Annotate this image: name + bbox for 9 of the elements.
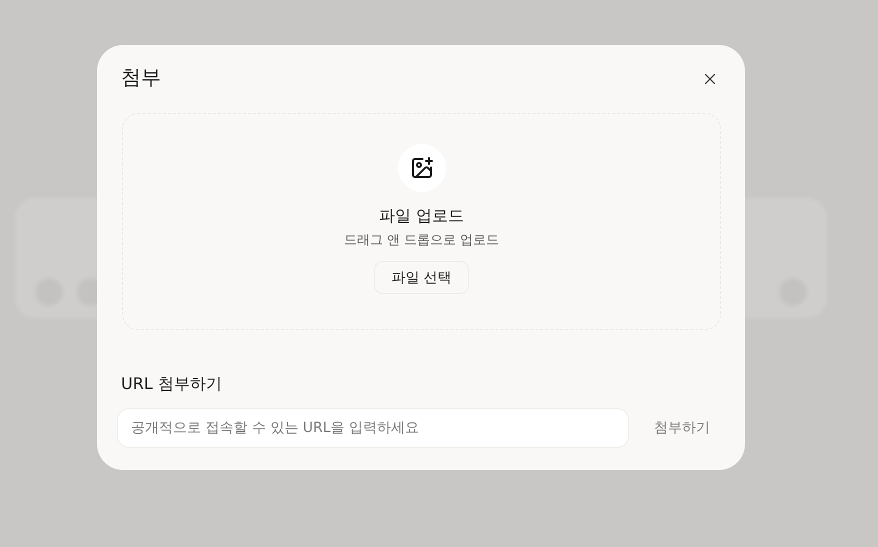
upload-title: 파일 업로드 [378, 206, 464, 227]
drop-zone[interactable]: 파일 업로드 드래그 앤 드롭으로 업로드 파일 선택 [122, 113, 721, 330]
upload-subtitle: 드래그 앤 드롭으로 업로드 [344, 232, 500, 249]
choose-file-button[interactable]: 파일 선택 [374, 261, 469, 294]
url-section-label: URL 첨부하기 [121, 374, 223, 395]
attach-button[interactable]: 첨부하기 [646, 413, 718, 443]
url-input-field[interactable]: 공개적으로 접속할 수 있는 URL을 입력하세요 [118, 409, 628, 447]
image-plus-icon [410, 156, 434, 180]
dialog-title: 첨부 [121, 64, 161, 90]
